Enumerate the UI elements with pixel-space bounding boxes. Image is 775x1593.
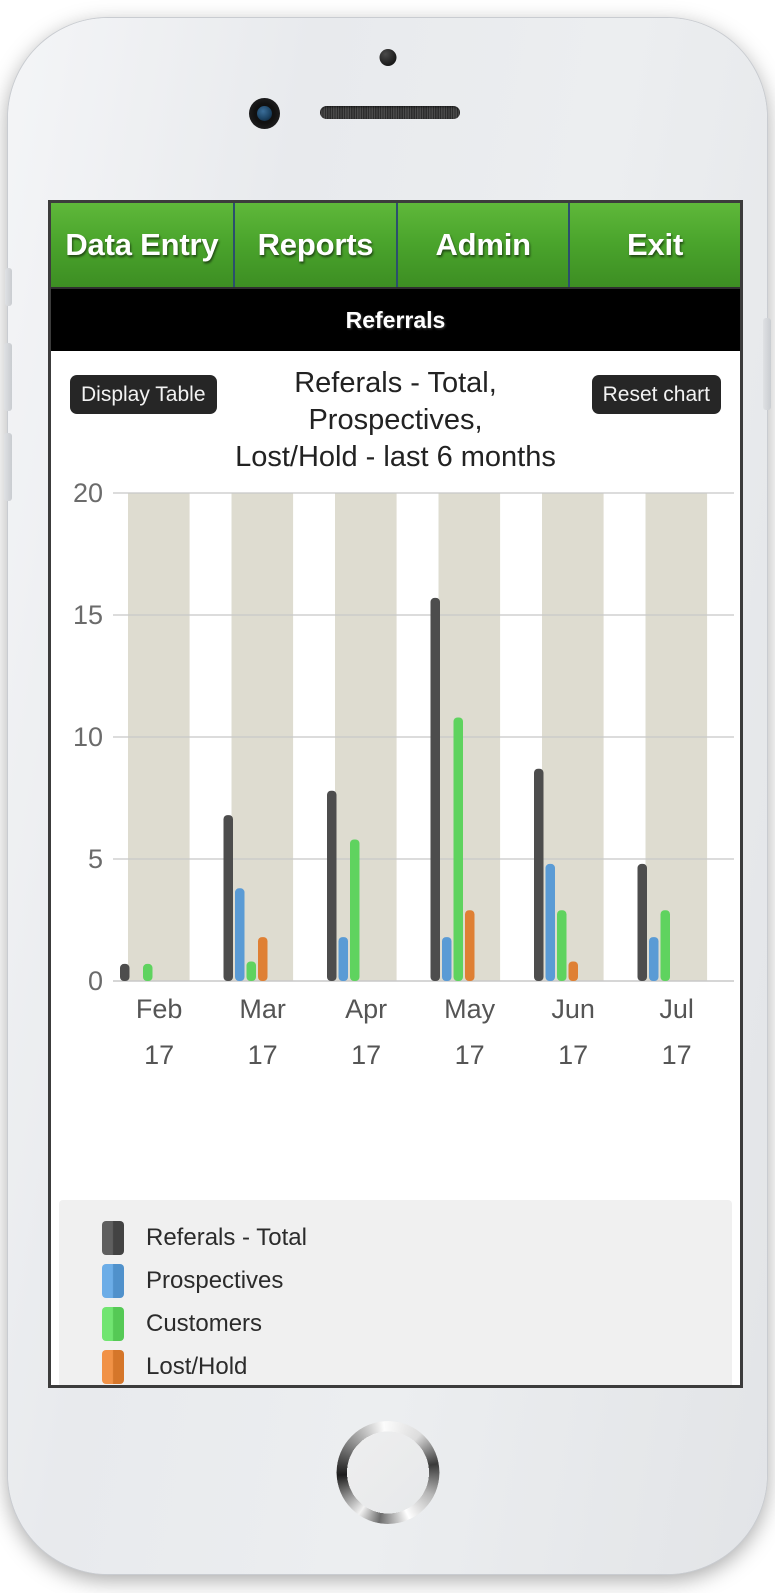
chart-bar[interactable] — [120, 963, 130, 981]
chart-bar[interactable] — [465, 910, 475, 981]
x-axis-tick-label: May — [444, 994, 496, 1024]
chart-bar[interactable] — [442, 937, 452, 981]
y-axis-tick-label: 20 — [73, 479, 103, 508]
x-axis-tick-label: Mar — [239, 994, 286, 1024]
chart-bar[interactable] — [143, 963, 153, 981]
legend-swatch-icon — [102, 1263, 124, 1298]
page-title-bar: Referrals — [51, 289, 740, 351]
chart-plot-area[interactable]: 0 5 10 15 20 Feb 17 Mar 17 Apr 17 May 17 Jun 17 Jul 17 — [51, 479, 740, 1099]
nav-tab-exit[interactable]: Exit — [570, 203, 740, 287]
chart-bar[interactable] — [545, 863, 556, 981]
y-axis-tick-label: 15 — [73, 600, 103, 630]
chart-title-line-3: Lost/Hold - last 6 months — [235, 441, 556, 474]
x-axis-tick-label: Jun — [551, 994, 595, 1024]
legend-item-label: Lost/Hold — [146, 1352, 248, 1380]
page-title: Referrals — [345, 306, 446, 333]
chart-bar[interactable] — [453, 717, 464, 982]
home-button-icon[interactable] — [336, 1421, 439, 1524]
nav-tab-admin-label: Admin — [435, 227, 531, 262]
legend-swatch-icon — [102, 1349, 124, 1384]
display-table-button[interactable]: Display Table — [70, 375, 217, 414]
nav-tab-reports-label: Reports — [257, 227, 374, 262]
chart-title-line-1: Referals - Total, — [294, 367, 497, 399]
nav-tab-reports[interactable]: Reports — [234, 203, 399, 287]
legend-item-label: Prospectives — [146, 1266, 284, 1294]
front-camera-icon — [249, 98, 280, 129]
chart-bar[interactable] — [430, 597, 441, 981]
chart-bar[interactable] — [258, 937, 268, 981]
legend-item[interactable]: Referals - Total — [59, 1216, 732, 1259]
x-axis-tick-label: Jul — [659, 994, 694, 1024]
chart-bar[interactable] — [223, 815, 234, 981]
chart-bar[interactable] — [246, 961, 257, 982]
volume-down-button[interactable] — [4, 433, 12, 501]
phone-screen: Data Entry Reports Admin Exit Referrals … — [48, 200, 743, 1388]
x-axis-tick-sublabel: 17 — [455, 1040, 485, 1070]
nav-tab-data-entry-label: Data Entry — [65, 227, 219, 262]
chart-title-line-2: Prospectives, — [308, 404, 483, 437]
proximity-sensor-icon — [379, 49, 396, 66]
legend-swatch-icon — [102, 1220, 124, 1255]
y-axis-tick-label: 10 — [73, 722, 103, 752]
chart-title: Referals - Total, Prospectives, Lost/Hol… — [181, 365, 611, 476]
chart-legend: Referals - Total Prospectives Customers Los… — [59, 1200, 732, 1385]
x-axis-tick-sublabel: 17 — [558, 1040, 588, 1070]
chart-bar[interactable] — [235, 888, 245, 981]
chart-bar[interactable] — [660, 910, 671, 981]
nav-tab-admin[interactable]: Admin — [398, 203, 571, 287]
chart-bar[interactable] — [338, 937, 349, 981]
phone-frame: Data Entry Reports Admin Exit Referrals … — [4, 18, 771, 1574]
chart-bar[interactable] — [557, 910, 567, 981]
x-axis-tick-sublabel: 17 — [351, 1040, 381, 1070]
earpiece-speaker-icon — [320, 106, 460, 119]
power-button[interactable] — [763, 318, 771, 410]
silent-switch-button[interactable] — [5, 268, 12, 306]
x-axis-tick-label: Feb — [136, 994, 183, 1024]
chart-bar[interactable] — [568, 961, 579, 982]
nav-bar: Data Entry Reports Admin Exit — [51, 203, 740, 289]
y-axis-tick-label: 5 — [88, 844, 103, 874]
legend-item[interactable]: Prospectives — [59, 1259, 732, 1302]
legend-item-label: Referals - Total — [146, 1223, 307, 1251]
bar-chart-svg[interactable]: 0 5 10 15 20 Feb 17 Mar 17 Apr 17 May 17 Jun 17 Jul 17 — [51, 479, 740, 1099]
chart-bar[interactable] — [350, 839, 360, 982]
legend-item-label: Customers — [146, 1309, 263, 1337]
legend-item[interactable]: Lost/Hold — [59, 1345, 732, 1385]
x-axis-tick-sublabel: 17 — [144, 1040, 174, 1070]
chart-bar[interactable] — [637, 863, 648, 981]
volume-up-button[interactable] — [4, 343, 12, 411]
chart-bar[interactable] — [649, 937, 659, 981]
legend-item[interactable]: Customers — [59, 1302, 732, 1345]
nav-tab-exit-label: Exit — [627, 227, 684, 262]
nav-tab-data-entry[interactable]: Data Entry — [51, 203, 235, 287]
x-axis-tick-sublabel: 17 — [248, 1040, 278, 1070]
chart-bar[interactable] — [534, 768, 544, 981]
x-axis-tick-sublabel: 17 — [662, 1040, 692, 1070]
x-axis-tick-label: Apr — [345, 994, 387, 1024]
reset-chart-button[interactable]: Reset chart — [591, 375, 721, 414]
legend-swatch-icon — [102, 1306, 124, 1341]
chart-header: Display Table Reset chart Referals - Tot… — [51, 351, 740, 479]
chart-bar[interactable] — [327, 790, 337, 981]
y-axis-tick-label: 0 — [88, 966, 103, 996]
